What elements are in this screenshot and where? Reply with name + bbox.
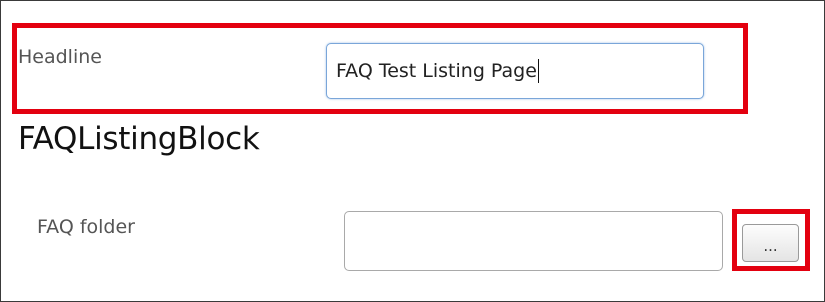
faq-folder-label: FAQ folder bbox=[37, 216, 135, 238]
block-title: FAQListingBlock bbox=[18, 121, 260, 157]
headline-label: Headline bbox=[18, 46, 102, 68]
headline-input-value: FAQ Test Listing Page bbox=[336, 60, 537, 82]
headline-input[interactable]: FAQ Test Listing Page bbox=[326, 43, 704, 99]
text-caret bbox=[537, 59, 539, 83]
faq-folder-input[interactable] bbox=[344, 211, 723, 271]
editor-panel: Headline FAQ Test Listing Page FAQListin… bbox=[0, 0, 825, 302]
browse-button[interactable]: ... bbox=[742, 224, 799, 262]
